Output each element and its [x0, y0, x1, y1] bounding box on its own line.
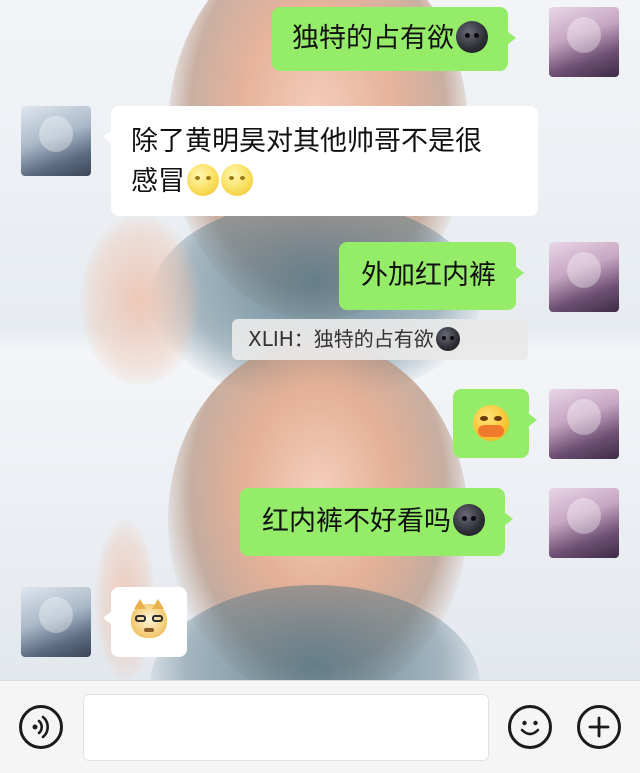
- cat-with-glasses-icon: [131, 599, 167, 638]
- message-text-line-2: 感冒: [131, 162, 518, 202]
- sticker-bubble-self[interactable]: [453, 389, 537, 458]
- quote-separator: ：: [293, 327, 314, 351]
- quoted-message[interactable]: XLIH：独特的占有欲: [232, 319, 528, 360]
- input-bar: [0, 680, 640, 773]
- quote-text: 独特的占有欲: [313, 327, 434, 351]
- self-avatar[interactable]: [549, 7, 619, 77]
- message-input[interactable]: [83, 694, 489, 761]
- contact-avatar[interactable]: [21, 587, 91, 657]
- sticker-bubble-contact[interactable]: [103, 587, 187, 657]
- chat-area[interactable]: 独特的占有欲 除了黄明昊对其他帅哥不是很 感冒 外加红内裤 XLIH：独特的占有…: [0, 0, 640, 680]
- contact-avatar[interactable]: [21, 106, 91, 176]
- smiley-icon[interactable]: [508, 705, 552, 749]
- message-text: 独特的占有欲: [292, 23, 454, 54]
- message-bubble-self[interactable]: 独特的占有欲: [272, 7, 516, 71]
- hand-over-mouth-face-icon: [473, 405, 509, 441]
- self-avatar[interactable]: [549, 389, 619, 459]
- quote-sender: XLIH: [248, 327, 294, 351]
- dark-moon-face-icon: [435, 327, 460, 351]
- self-avatar[interactable]: [549, 242, 619, 312]
- self-avatar[interactable]: [549, 488, 619, 558]
- message-text: 外加红内裤: [361, 260, 496, 291]
- message-bubble-self[interactable]: 外加红内裤: [339, 242, 524, 310]
- dark-moon-face-icon: [456, 21, 488, 53]
- message-bubble-self[interactable]: 红内裤不好看吗: [240, 488, 513, 556]
- voice-icon[interactable]: [19, 705, 63, 749]
- message-text-line-1: 除了黄明昊对其他帅哥不是很: [131, 126, 482, 157]
- plus-icon[interactable]: [577, 705, 621, 749]
- message-text: 红内裤不好看吗: [262, 506, 451, 537]
- dark-moon-face-icon: [453, 504, 485, 536]
- full-moon-face-icon: [221, 164, 253, 196]
- message-bubble-contact[interactable]: 除了黄明昊对其他帅哥不是很 感冒: [103, 106, 538, 216]
- full-moon-face-icon: [187, 164, 219, 196]
